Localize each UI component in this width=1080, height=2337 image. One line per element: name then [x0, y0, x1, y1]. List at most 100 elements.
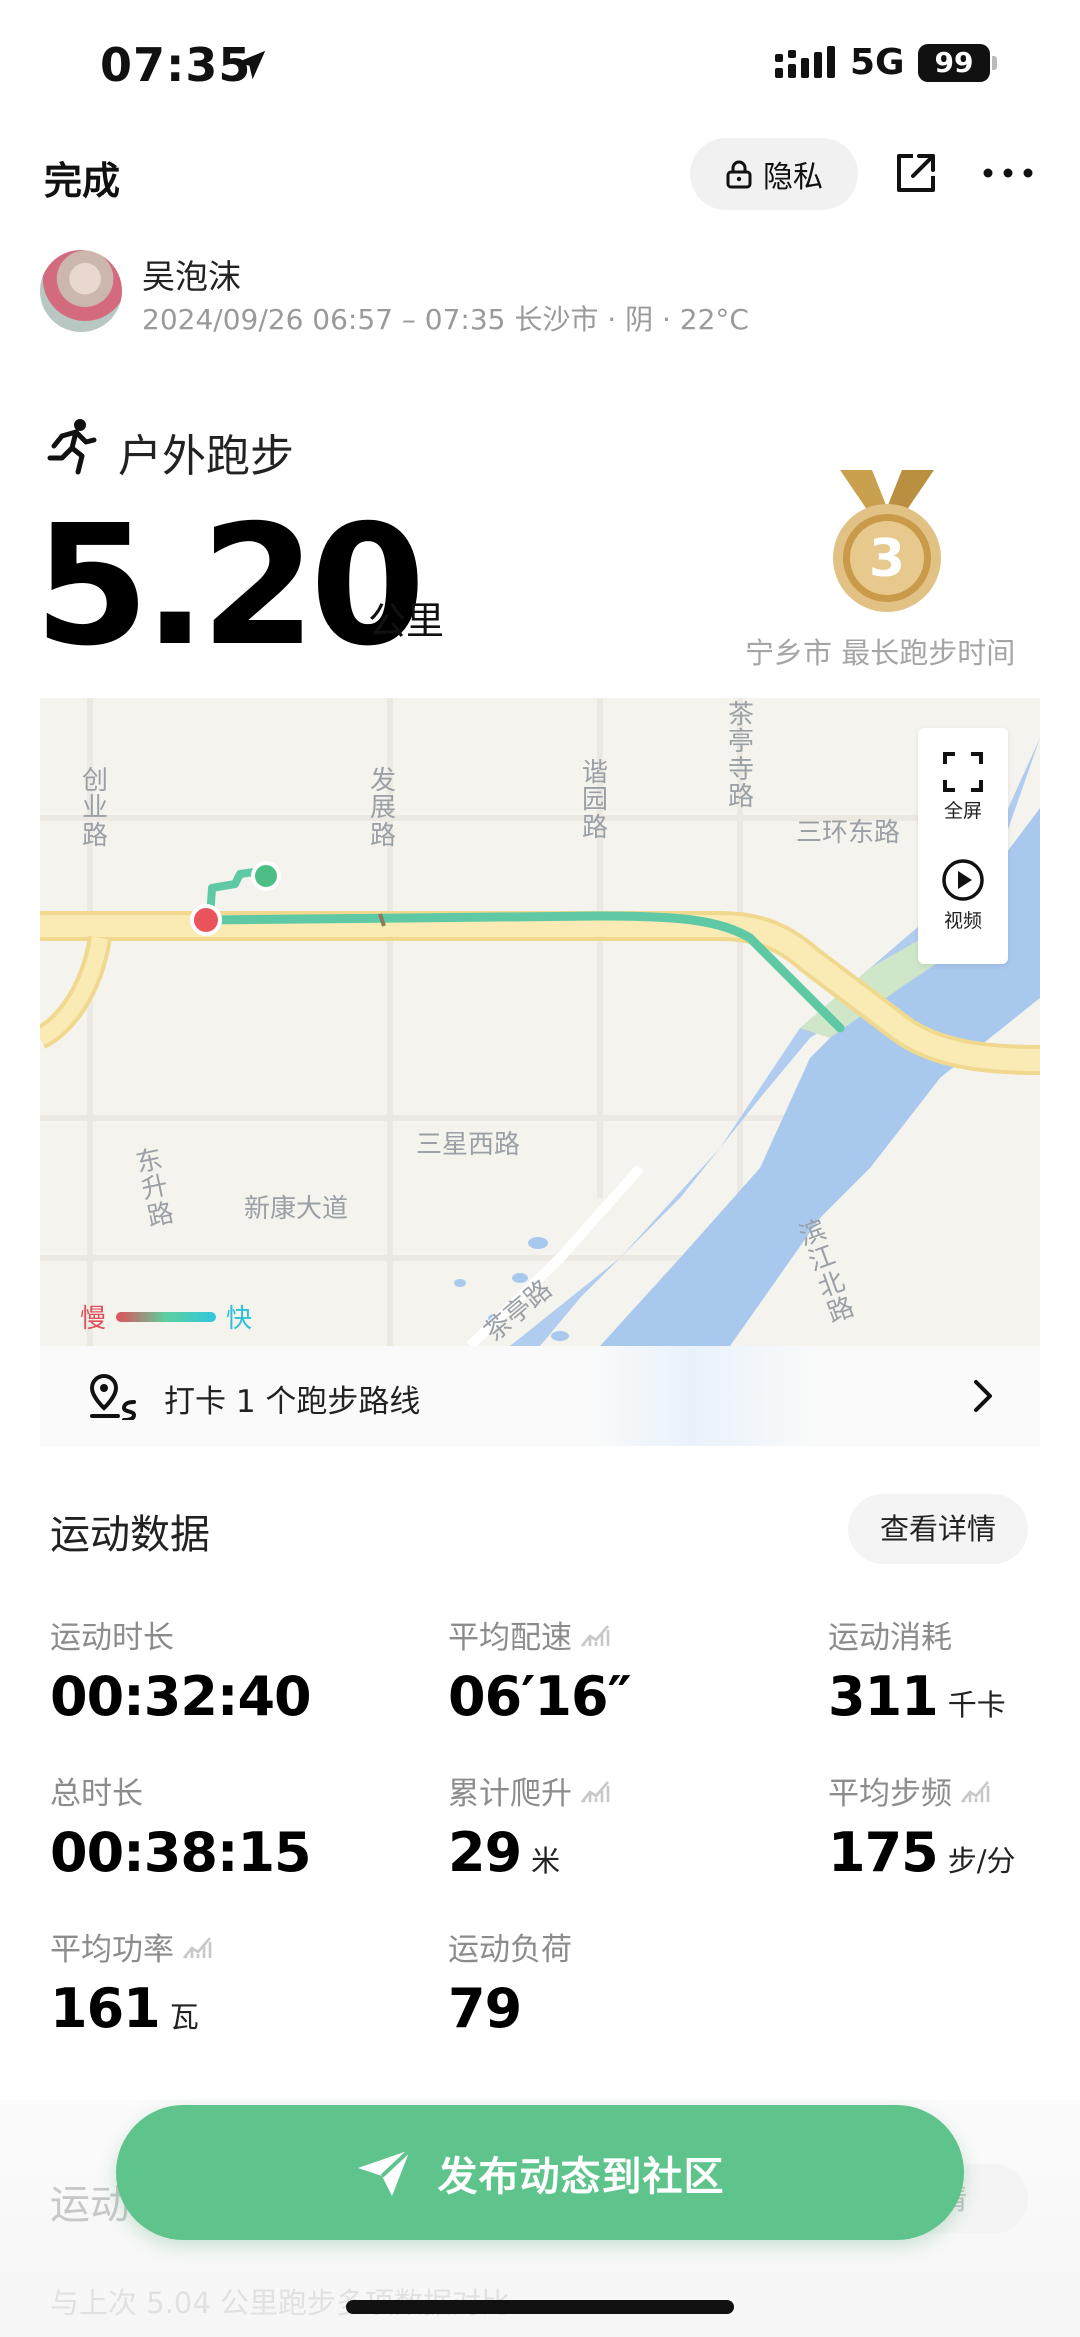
pace-legend: 慢 快: [80, 1298, 252, 1335]
stat-avg-pace[interactable]: 平均配速 06′16″: [448, 1612, 632, 1728]
stat-label-text: 运动时长: [50, 1620, 174, 1656]
stat-value: 79: [448, 1977, 572, 2040]
trend-chart-icon: [580, 1624, 610, 1647]
stat-label-text: 平均功率: [50, 1932, 174, 1968]
sport-data-title: 运动数据: [50, 1512, 210, 1558]
network-type: 5G: [850, 42, 905, 83]
fullscreen-label: 全屏: [943, 800, 982, 822]
lock-icon: [726, 160, 752, 189]
stat-value: 00:32:40: [50, 1665, 312, 1728]
stat-label: 平均配速: [448, 1612, 631, 1657]
map-label-chuangye-road: 创业路: [81, 766, 108, 851]
share-icon[interactable]: [893, 150, 939, 196]
stat-duration: 运动时长 00:32:40: [50, 1612, 312, 1728]
signal-strength-icon: [775, 46, 835, 78]
video-button[interactable]: 视频: [918, 858, 1008, 933]
privacy-button[interactable]: 隐私: [690, 138, 858, 210]
home-indicator[interactable]: [346, 2300, 734, 2314]
legend-fast-label: 快: [226, 1304, 253, 1334]
map-label-xieyuan-road: 谐园路: [581, 758, 608, 843]
legend-gradient-bar: [116, 1311, 217, 1322]
distance-value: 5.20: [34, 490, 426, 683]
stat-unit: 千卡: [947, 1688, 1006, 1722]
location-arrow-icon: [236, 50, 266, 80]
stat-unit: 米: [531, 1844, 561, 1878]
publish-to-community-button[interactable]: 发布动态到社区: [116, 2105, 964, 2240]
user-name: 吴泡沫: [142, 257, 241, 296]
map-label-fazhan-road: 发展路: [369, 766, 396, 851]
stat-label-text: 累计爬升: [448, 1776, 572, 1812]
stat-value-text: 175: [828, 1821, 939, 1884]
battery-icon: 99: [918, 44, 990, 82]
stat-cadence[interactable]: 平均步频 175 步/分: [828, 1768, 1016, 1884]
stat-value-text: 00:32:40: [50, 1665, 312, 1728]
route-start-marker: [190, 904, 222, 936]
privacy-label: 隐私: [763, 160, 823, 195]
stat-label-text: 运动消耗: [828, 1620, 952, 1656]
medal-caption: 宁乡市 最长跑步时间: [745, 636, 1016, 670]
done-button[interactable]: 完成: [44, 150, 120, 205]
stat-label: 累计爬升: [448, 1768, 610, 1813]
route-map[interactable]: 创业路 发展路 谐园路 茶亭寺路 三环东路 三星西路 东升路 新康大道 滨江北路…: [40, 698, 1040, 1346]
stat-value-text: 79: [448, 1977, 522, 2040]
stat-elevation-gain[interactable]: 累计爬升 29 米: [448, 1768, 610, 1884]
stat-label-text: 平均配速: [448, 1620, 572, 1656]
stat-value: 06′16″: [448, 1665, 632, 1728]
avatar[interactable]: [40, 250, 122, 332]
trend-chart-icon: [182, 1936, 212, 1959]
map-label-sanhuan-east-road: 三环东路: [796, 818, 901, 848]
stat-total-duration: 总时长 00:38:15: [50, 1768, 312, 1884]
more-options-icon[interactable]: [982, 158, 1034, 188]
chevron-right-icon: [974, 1380, 992, 1412]
map-background: [40, 698, 1040, 1346]
stat-label: 平均功率: [50, 1924, 212, 1969]
stat-value-text: 00:38:15: [50, 1821, 312, 1884]
stat-label: 运动负荷: [448, 1924, 572, 1969]
stat-value-text: 29: [448, 1821, 522, 1884]
workout-meta: 2024/09/26 06:57 – 07:35 长沙市 · 阴 · 22°C: [142, 303, 749, 336]
battery-tip: [992, 56, 997, 70]
distance-unit: 公里: [368, 599, 445, 643]
video-label: 视频: [943, 910, 982, 932]
trend-chart-icon: [580, 1780, 610, 1803]
map-label-chating-temple-road: 茶亭寺路: [727, 700, 754, 812]
stat-value: 175 步/分: [828, 1821, 1016, 1884]
route-checkin-text: 打卡 1 个跑步路线: [164, 1384, 421, 1420]
send-icon: [357, 2148, 411, 2196]
stat-value-text: 161: [50, 1977, 161, 2040]
workout-summary-page: 07:35 5G 99 完成 隐私 吴泡沫 2024/09/26 06:57 –…: [0, 0, 1080, 2337]
stat-label-text: 运动负荷: [448, 1932, 572, 1968]
stat-value: 29 米: [448, 1821, 610, 1884]
map-label-sanxing-west-road: 三星西路: [416, 1130, 521, 1160]
status-bar: 07:35 5G 99: [0, 0, 1080, 130]
stat-value-text: 311: [828, 1665, 939, 1728]
stat-unit: 步/分: [947, 1844, 1016, 1878]
stat-unit: 瓦: [169, 2000, 199, 2034]
activity-type: 户外跑步: [118, 431, 294, 482]
running-icon: [47, 419, 97, 475]
stat-value: 161 瓦: [50, 1977, 212, 2040]
route-end-marker: [251, 861, 281, 891]
medal-icon[interactable]: 3: [826, 466, 948, 616]
view-details-button[interactable]: 查看详情: [848, 1494, 1028, 1564]
battery-level: 99: [934, 46, 974, 79]
fullscreen-button[interactable]: 全屏: [918, 752, 1008, 823]
route-checkin-card[interactable]: 打卡 1 个跑步路线: [40, 1346, 1040, 1446]
stat-label: 平均步频: [828, 1768, 1016, 1813]
stat-label: 运动消耗: [828, 1612, 1006, 1657]
stat-avg-power[interactable]: 平均功率 161 瓦: [50, 1924, 212, 2040]
stat-label-text: 总时长: [50, 1776, 143, 1812]
stat-training-load: 运动负荷 79: [448, 1924, 572, 2040]
play-icon: [942, 859, 984, 901]
map-controls: 全屏 视频: [918, 728, 1008, 964]
stat-value: 311 千卡: [828, 1665, 1006, 1728]
publish-label: 发布动态到社区: [437, 2153, 725, 2200]
stat-calories: 运动消耗 311 千卡: [828, 1612, 1006, 1728]
fullscreen-icon: [943, 752, 983, 792]
medal-number: 3: [869, 529, 905, 589]
status-time: 07:35: [100, 38, 252, 92]
route-pin-icon: [89, 1373, 137, 1420]
map-label-xinkang-avenue: 新康大道: [244, 1194, 349, 1224]
stat-value: 00:38:15: [50, 1821, 312, 1884]
legend-slow-label: 慢: [80, 1304, 107, 1334]
